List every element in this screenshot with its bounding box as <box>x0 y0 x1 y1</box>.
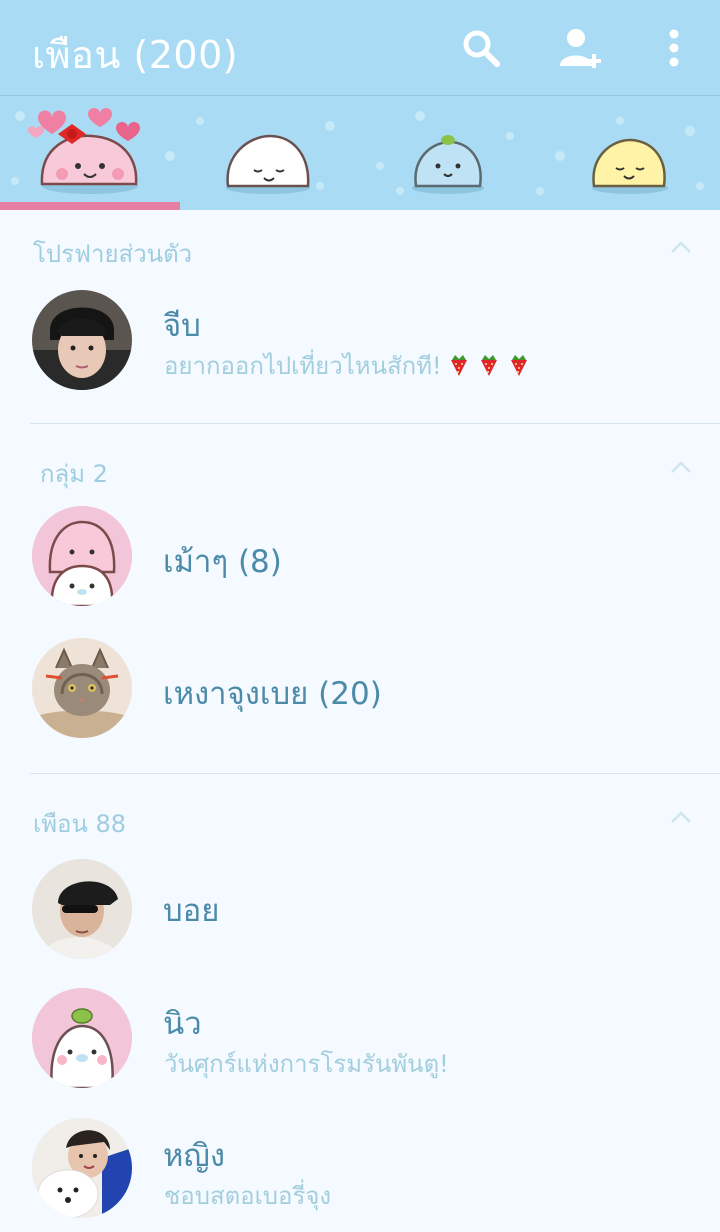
avatar <box>32 1118 132 1218</box>
section-divider <box>30 423 720 424</box>
section-divider <box>30 773 720 774</box>
page-title: เพือน (200) <box>32 33 239 77</box>
section-label: เพือน 88 <box>33 810 127 838</box>
strawberry-icon <box>510 355 527 376</box>
group-name: เม้าๆ (8) <box>163 544 282 580</box>
yellow-seal-tab[interactable] <box>540 96 720 210</box>
group-name: เหงาจุงเบย (20) <box>163 676 382 712</box>
list-item[interactable]: เหงาจุงเบย (20) <box>0 624 720 752</box>
contact-name: บอย <box>163 893 220 929</box>
section-header-friends[interactable]: เพือน 88 <box>0 790 720 850</box>
list-item[interactable]: จีบ อยากออกไปเที่ยวไหนสักที! <box>0 276 720 404</box>
chevron-up-icon[interactable] <box>670 810 692 824</box>
status-text: อยากออกไปเที่ยวไหนสักที! <box>164 352 442 380</box>
status-message: ชอบสตอเบอรี่จุง <box>164 1182 332 1210</box>
avatar <box>32 988 132 1088</box>
active-tab-indicator <box>0 202 180 210</box>
app-header: เพือน (200) <box>0 0 720 96</box>
chevron-up-icon[interactable] <box>670 240 692 254</box>
contact-name: หญิง <box>163 1138 225 1174</box>
strawberry-icon <box>480 355 497 376</box>
more-icon[interactable] <box>650 24 698 72</box>
contact-name: จีบ <box>163 308 201 344</box>
chevron-up-icon[interactable] <box>670 460 692 474</box>
section-label: กลุ่ม 2 <box>40 460 108 488</box>
list-item[interactable]: นิว วันศุกร์แห่งการโรมรันพันตู! <box>0 974 720 1102</box>
contact-name: นิว <box>163 1006 202 1042</box>
list-item[interactable]: บอย <box>0 845 720 973</box>
section-label: โปรฟายส่วนตัว <box>33 240 193 268</box>
avatar <box>32 638 132 738</box>
list-item[interactable]: เม้าๆ (8) <box>0 492 720 620</box>
status-message: อยากออกไปเที่ยวไหนสักที! <box>164 346 532 385</box>
blue-seal-tab[interactable] <box>360 96 540 210</box>
status-message: วันศุกร์แห่งการโรมรันพันตู! <box>164 1050 449 1078</box>
add-friend-icon[interactable] <box>556 24 604 72</box>
white-seal-tab[interactable] <box>180 96 360 210</box>
avatar <box>32 859 132 959</box>
avatar <box>32 290 132 390</box>
section-header-profile[interactable]: โปรฟายส่วนตัว <box>0 220 720 280</box>
theme-tab-bar <box>0 96 720 210</box>
search-icon[interactable] <box>457 24 505 72</box>
pink-seal-tab[interactable] <box>0 96 180 210</box>
section-header-groups[interactable]: กลุ่ม 2 <box>0 440 720 500</box>
strawberry-icon <box>450 355 467 376</box>
list-item[interactable]: หญิง ชอบสตอเบอรี่จุง <box>0 1104 720 1232</box>
avatar <box>32 506 132 606</box>
